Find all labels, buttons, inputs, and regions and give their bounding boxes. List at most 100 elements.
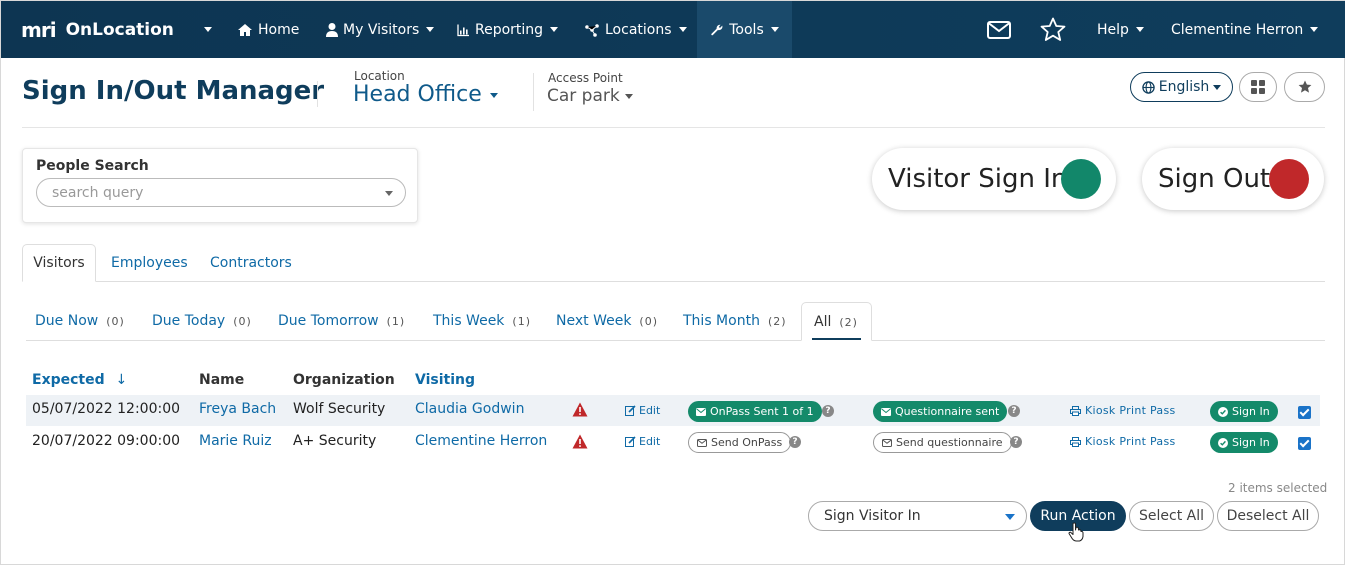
dashboard-button[interactable] xyxy=(1239,72,1277,102)
envelope-icon xyxy=(882,438,892,447)
messages-button[interactable] xyxy=(987,1,1011,58)
nav-reporting-label: Reporting xyxy=(475,21,544,38)
sign-out-label: Sign Out xyxy=(1158,164,1271,194)
questionnaire-sent-badge[interactable]: Questionnaire sent xyxy=(873,401,1008,422)
column-header-expected[interactable]: Expected ↓ xyxy=(32,372,127,388)
access-point-label: Access Point xyxy=(548,71,623,85)
questionnaire-label: Questionnaire sent xyxy=(895,405,1000,418)
globe-icon xyxy=(1141,80,1155,94)
kiosk-print-pass-button[interactable]: Kiosk Print Pass xyxy=(1070,404,1176,417)
onpass-sent-badge[interactable]: OnPass Sent 1 of 1 xyxy=(688,401,822,422)
column-header-visiting[interactable]: Visiting xyxy=(415,372,475,388)
visitor-name-link[interactable]: Freya Bach xyxy=(199,401,276,417)
location-label: Location xyxy=(354,69,405,83)
nav-reporting[interactable]: Reporting xyxy=(457,1,559,58)
bookmark-button[interactable] xyxy=(1284,72,1325,102)
language-label: English xyxy=(1158,79,1210,95)
visiting-host-link[interactable]: Clementine Herron xyxy=(415,433,547,449)
check-circle-icon xyxy=(1218,437,1228,448)
nav-my-visitors[interactable]: My Visitors xyxy=(326,1,435,58)
filter-count: (1) xyxy=(512,315,532,328)
sign-in-label: Sign In xyxy=(1232,405,1270,418)
tab-contractors[interactable]: Contractors xyxy=(210,255,292,271)
warning-icon[interactable] xyxy=(572,402,588,417)
people-search-input[interactable]: search query xyxy=(36,178,406,207)
send-questionnaire-button[interactable]: Send questionnaire xyxy=(873,432,1012,453)
deselect-all-button[interactable]: Deselect All xyxy=(1217,501,1319,531)
help-icon[interactable]: ? xyxy=(822,405,834,417)
filter-tab-next-week[interactable]: Next Week (0) xyxy=(556,313,658,329)
tab-employees[interactable]: Employees xyxy=(111,255,188,271)
kiosk-label: Kiosk Print Pass xyxy=(1085,404,1176,417)
help-label: Help xyxy=(1097,21,1129,38)
kiosk-print-pass-button[interactable]: Kiosk Print Pass xyxy=(1070,435,1176,448)
filter-count: (1) xyxy=(386,315,406,328)
warning-icon[interactable] xyxy=(572,434,588,449)
envelope-icon xyxy=(697,438,707,447)
send-onpass-button[interactable]: Send OnPass xyxy=(688,432,792,453)
row-checkbox[interactable] xyxy=(1298,437,1311,450)
visitor-name-link[interactable]: Marie Ruiz xyxy=(199,433,272,449)
select-all-button[interactable]: Select All xyxy=(1129,501,1214,531)
edit-button[interactable]: Edit xyxy=(625,404,660,417)
check-circle-icon xyxy=(1218,406,1228,417)
sign-in-indicator xyxy=(1061,159,1101,199)
filter-tabs-divider xyxy=(26,340,1325,341)
sort-desc-icon: ↓ xyxy=(115,372,128,388)
tab-visitors[interactable]: Visitors xyxy=(22,244,96,282)
filter-tab-due-today[interactable]: Due Today (0) xyxy=(152,313,252,329)
language-selector[interactable]: English xyxy=(1130,72,1233,102)
visitor-sign-in-button[interactable]: Visitor Sign In xyxy=(872,148,1116,210)
filter-count: (0) xyxy=(106,315,125,328)
filter-tab-this-week[interactable]: This Week (1) xyxy=(433,313,531,329)
filter-label: Due Now xyxy=(35,313,99,329)
user-menu[interactable]: Clementine Herron xyxy=(1171,1,1319,58)
bulk-action-value: Sign Visitor In xyxy=(824,508,921,524)
send-questionnaire-label: Send questionnaire xyxy=(896,436,1003,449)
sign-in-button[interactable]: Sign In xyxy=(1210,432,1278,453)
filter-label: Due Today xyxy=(152,313,226,329)
favorites-button[interactable] xyxy=(1040,1,1066,58)
top-navbar: mri OnLocation Home My Visitors Reportin… xyxy=(1,1,1345,58)
brand-dropdown-button[interactable] xyxy=(197,1,212,58)
filter-tab-due-tomorrow[interactable]: Due Tomorrow (1) xyxy=(278,313,405,329)
location-dropdown[interactable]: Head Office xyxy=(353,82,498,107)
access-point-dropdown[interactable]: Car park xyxy=(547,86,633,106)
tab-visitors-label: Visitors xyxy=(33,255,85,271)
edit-button[interactable]: Edit xyxy=(625,435,660,448)
filter-tab-due-now[interactable]: Due Now (0) xyxy=(35,313,125,329)
filter-count: (0) xyxy=(233,315,252,328)
bulk-action-select[interactable]: Sign Visitor In xyxy=(808,501,1027,531)
chevron-down-icon xyxy=(550,27,559,32)
help-icon[interactable]: ? xyxy=(1010,436,1022,448)
network-icon xyxy=(585,23,599,37)
organization-cell: Wolf Security xyxy=(293,401,386,417)
nav-home[interactable]: Home xyxy=(237,1,299,58)
deselect-all-label: Deselect All xyxy=(1226,508,1310,524)
edit-label: Edit xyxy=(639,404,661,417)
help-icon[interactable]: ? xyxy=(789,436,801,448)
nav-locations[interactable]: Locations xyxy=(584,1,687,58)
envelope-icon xyxy=(881,407,891,416)
chevron-down-icon xyxy=(489,92,498,98)
star-icon xyxy=(1040,17,1066,41)
filter-tab-all[interactable]: All (2) xyxy=(801,302,872,341)
chevron-down-icon xyxy=(1310,27,1319,32)
sign-in-button[interactable]: Sign In xyxy=(1210,401,1278,422)
onpass-label: OnPass Sent 1 of 1 xyxy=(710,405,814,418)
grid-icon xyxy=(1251,80,1265,94)
brand-name: OnLocation xyxy=(65,19,174,40)
chevron-down-icon xyxy=(426,27,435,32)
help-icon[interactable]: ? xyxy=(1008,405,1020,417)
user-name: Clementine Herron xyxy=(1171,21,1304,38)
nav-tools[interactable]: Tools xyxy=(697,1,792,58)
help-menu[interactable]: Help xyxy=(1097,1,1144,58)
row-checkbox[interactable] xyxy=(1298,406,1311,419)
brand-logo[interactable]: mri OnLocation xyxy=(21,1,174,58)
organization-cell: A+ Security xyxy=(293,433,377,449)
sign-out-indicator xyxy=(1269,159,1309,199)
sign-out-button[interactable]: Sign Out xyxy=(1142,148,1324,210)
chevron-down-icon xyxy=(1005,514,1015,520)
visiting-host-link[interactable]: Claudia Godwin xyxy=(415,401,524,417)
filter-tab-this-month[interactable]: This Month (2) xyxy=(683,313,787,329)
